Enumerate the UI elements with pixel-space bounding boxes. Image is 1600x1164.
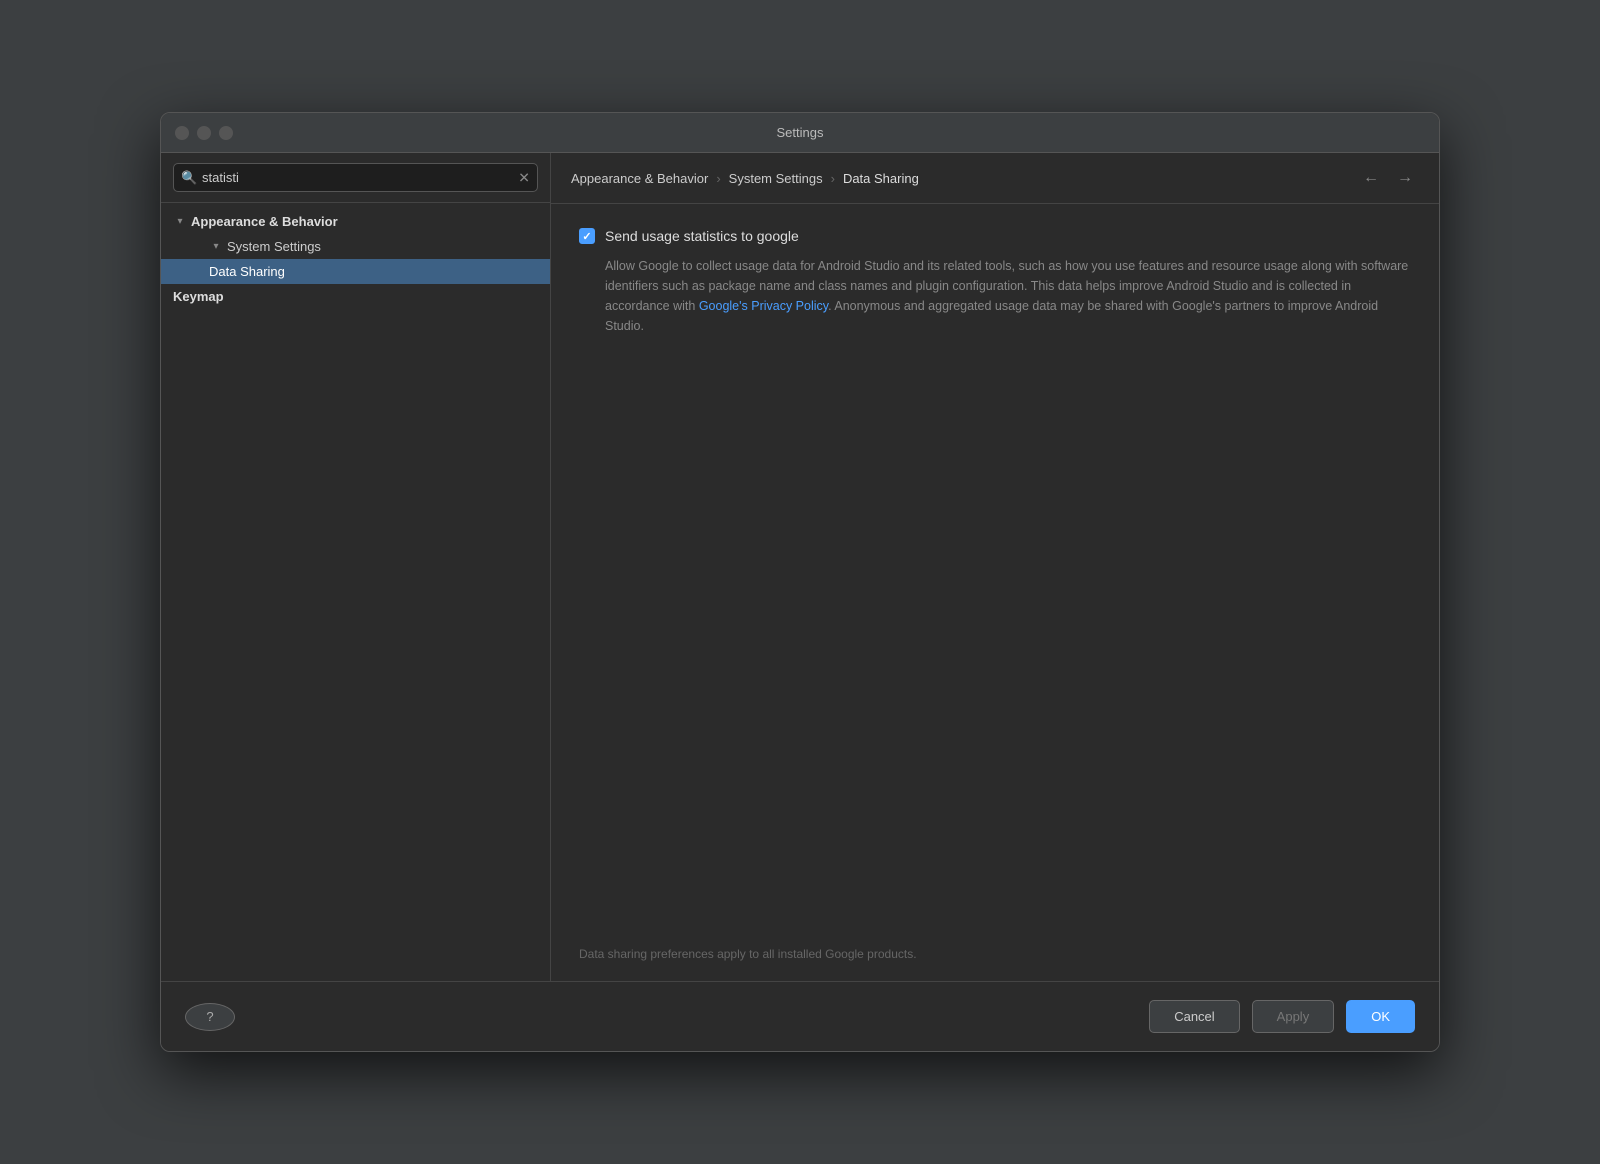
minimize-button[interactable] <box>197 126 211 140</box>
window-controls <box>175 126 233 140</box>
send-stats-row: Send usage statistics to google <box>579 228 1411 244</box>
footer-note: Data sharing preferences apply to all in… <box>579 947 917 961</box>
content-area: Send usage statistics to google Allow Go… <box>551 204 1439 981</box>
breadcrumb-sep-1: › <box>716 171 720 186</box>
sidebar-item-keymap[interactable]: Keymap <box>161 284 550 309</box>
apply-button[interactable]: Apply <box>1252 1000 1335 1033</box>
sidebar-item-appearance-behavior[interactable]: ▾ Appearance & Behavior <box>161 209 550 234</box>
breadcrumb: Appearance & Behavior › System Settings … <box>551 153 1439 204</box>
cancel-button[interactable]: Cancel <box>1149 1000 1239 1033</box>
breadcrumb-system: System Settings <box>729 171 823 186</box>
window-title: Settings <box>777 125 824 140</box>
right-panel: Appearance & Behavior › System Settings … <box>551 153 1439 981</box>
chevron-down-icon: ▾ <box>209 240 223 254</box>
sidebar-item-label: System Settings <box>227 239 321 254</box>
sidebar-nav: ▾ Appearance & Behavior ▾ System Setting… <box>161 203 550 981</box>
close-button[interactable] <box>175 126 189 140</box>
sidebar-item-system-settings[interactable]: ▾ System Settings <box>161 234 550 259</box>
send-stats-checkbox[interactable] <box>579 228 595 244</box>
main-content: 🔍 ✕ ▾ Appearance & Behavior ▾ System Set… <box>161 153 1439 981</box>
search-input[interactable] <box>173 163 538 192</box>
bottom-bar: ? Cancel Apply OK <box>161 981 1439 1051</box>
help-button[interactable]: ? <box>185 1003 235 1031</box>
search-wrapper: 🔍 ✕ <box>173 163 538 192</box>
privacy-policy-link[interactable]: Google's Privacy Policy <box>699 299 828 313</box>
breadcrumb-data-sharing: Data Sharing <box>843 171 919 186</box>
chevron-down-icon: ▾ <box>173 215 187 229</box>
maximize-button[interactable] <box>219 126 233 140</box>
title-bar: Settings <box>161 113 1439 153</box>
forward-button[interactable]: → <box>1391 167 1419 189</box>
sidebar: 🔍 ✕ ▾ Appearance & Behavior ▾ System Set… <box>161 153 551 981</box>
sidebar-item-data-sharing[interactable]: Data Sharing <box>161 259 550 284</box>
sidebar-item-label: Appearance & Behavior <box>191 214 338 229</box>
settings-dialog: Settings 🔍 ✕ ▾ Appearance & Behavior <box>160 112 1440 1052</box>
search-clear-button[interactable]: ✕ <box>518 169 530 186</box>
sidebar-item-label: Keymap <box>173 289 224 304</box>
sidebar-item-label: Data Sharing <box>209 264 285 279</box>
back-button[interactable]: ← <box>1357 167 1385 189</box>
ok-button[interactable]: OK <box>1346 1000 1415 1033</box>
breadcrumb-sep-2: › <box>831 171 835 186</box>
send-stats-label: Send usage statistics to google <box>605 228 799 244</box>
description-text: Allow Google to collect usage data for A… <box>605 256 1411 336</box>
breadcrumb-appearance: Appearance & Behavior <box>571 171 708 186</box>
search-container: 🔍 ✕ <box>161 153 550 203</box>
breadcrumb-navigation: ← → <box>1357 167 1419 189</box>
